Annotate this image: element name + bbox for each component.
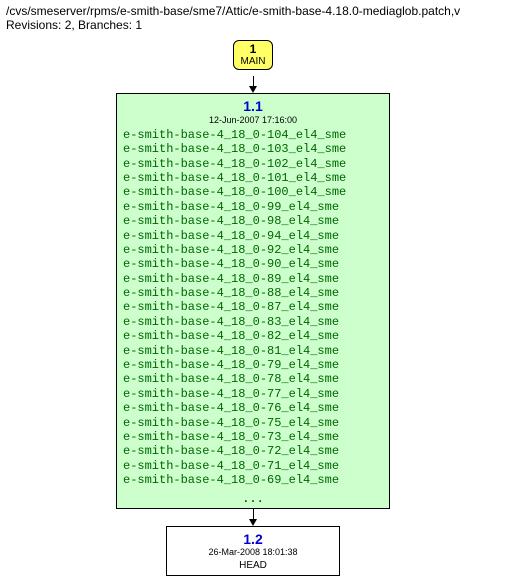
tag-entry: e-smith-base-4_18_0-72_el4_sme — [123, 444, 383, 458]
tag-entry: e-smith-base-4_18_0-87_el4_sme — [123, 300, 383, 314]
tag-entry: e-smith-base-4_18_0-103_el4_sme — [123, 142, 383, 156]
revisions-summary: Revisions: 2, Branches: 1 — [6, 18, 500, 32]
tag-entry: e-smith-base-4_18_0-90_el4_sme — [123, 257, 383, 271]
tag-entry: e-smith-base-4_18_0-102_el4_sme — [123, 157, 383, 171]
revision-date: 26-Mar-2008 18:01:38 — [173, 547, 333, 558]
tag-entry: e-smith-base-4_18_0-82_el4_sme — [123, 329, 383, 343]
revision-node-1.2[interactable]: 1.2 26-Mar-2008 18:01:38 HEAD — [166, 526, 340, 577]
revision-graph: 1 MAIN 1.1 12-Jun-2007 17:16:00 e-smith-… — [0, 34, 506, 586]
branch-label: MAIN — [234, 56, 272, 67]
head-label: HEAD — [173, 560, 333, 571]
repo-path: /cvs/smeserver/rpms/e-smith-base/sme7/At… — [6, 4, 500, 18]
tags-ellipsis: ... — [123, 490, 383, 506]
tag-entry: e-smith-base-4_18_0-101_el4_sme — [123, 171, 383, 185]
tag-list: e-smith-base-4_18_0-104_el4_smee-smith-b… — [123, 128, 383, 490]
tag-entry: e-smith-base-4_18_0-83_el4_sme — [123, 315, 383, 329]
tag-entry: e-smith-base-4_18_0-73_el4_sme — [123, 430, 383, 444]
tag-entry: e-smith-base-4_18_0-100_el4_sme — [123, 185, 383, 199]
arrow-down-icon — [249, 86, 257, 93]
tag-entry: e-smith-base-4_18_0-69_el4_sme — [123, 473, 383, 487]
tag-entry: e-smith-base-4_18_0-92_el4_sme — [123, 243, 383, 257]
arrow-down-icon — [249, 519, 257, 526]
tag-entry: e-smith-base-4_18_0-98_el4_sme — [123, 214, 383, 228]
tag-entry: e-smith-base-4_18_0-94_el4_sme — [123, 229, 383, 243]
branch-number: 1 — [234, 43, 272, 56]
revision-date: 12-Jun-2007 17:16:00 — [123, 115, 383, 126]
tag-entry: e-smith-base-4_18_0-71_el4_sme — [123, 459, 383, 473]
connector-line — [253, 509, 254, 519]
tag-entry: e-smith-base-4_18_0-104_el4_sme — [123, 128, 383, 142]
header: /cvs/smeserver/rpms/e-smith-base/sme7/At… — [0, 0, 506, 34]
tag-entry: e-smith-base-4_18_0-88_el4_sme — [123, 286, 383, 300]
tag-entry: e-smith-base-4_18_0-78_el4_sme — [123, 372, 383, 386]
revision-version: 1.1 — [123, 98, 383, 115]
branch-node-main[interactable]: 1 MAIN — [233, 40, 273, 70]
revision-version: 1.2 — [173, 531, 333, 548]
tag-entry: e-smith-base-4_18_0-75_el4_sme — [123, 416, 383, 430]
tag-entry: e-smith-base-4_18_0-79_el4_sme — [123, 358, 383, 372]
tag-entry: e-smith-base-4_18_0-89_el4_sme — [123, 272, 383, 286]
tag-entry: e-smith-base-4_18_0-99_el4_sme — [123, 200, 383, 214]
tag-entry: e-smith-base-4_18_0-76_el4_sme — [123, 401, 383, 415]
tag-entry: e-smith-base-4_18_0-81_el4_sme — [123, 344, 383, 358]
revision-node-1.1[interactable]: 1.1 12-Jun-2007 17:16:00 e-smith-base-4_… — [116, 93, 390, 508]
connector-line — [253, 76, 254, 86]
tag-entry: e-smith-base-4_18_0-77_el4_sme — [123, 387, 383, 401]
